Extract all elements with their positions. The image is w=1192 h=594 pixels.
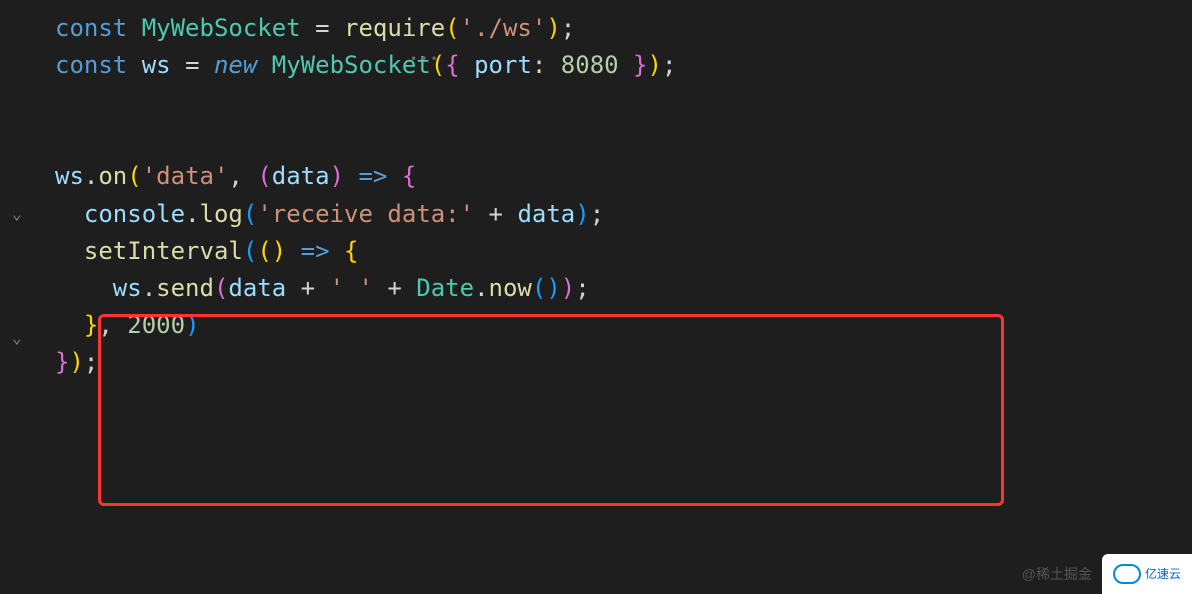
inline-hint-dots: ••• bbox=[410, 50, 441, 69]
code-line[interactable]: const MyWebSocket = require('./ws'); bbox=[0, 10, 1192, 47]
brace-close: } bbox=[55, 348, 69, 376]
cloud-icon bbox=[1113, 564, 1141, 584]
console-obj: console bbox=[84, 200, 185, 228]
brace-open: { bbox=[344, 237, 358, 265]
code-line[interactable]: ws.on('data', (data) => { bbox=[0, 158, 1192, 195]
semicolon: ; bbox=[662, 51, 676, 79]
class-identifier: MyWebSocket bbox=[142, 14, 301, 42]
code-line[interactable]: setInterval(() => { bbox=[0, 233, 1192, 270]
comma: , bbox=[228, 162, 242, 190]
paren-open: ( bbox=[214, 274, 228, 302]
keyword-new: new bbox=[214, 51, 257, 79]
code-line[interactable] bbox=[0, 84, 1192, 121]
code-line[interactable]: }, 2000) bbox=[0, 307, 1192, 344]
keyword-const: const bbox=[55, 14, 127, 42]
watermark-text: @稀土掘金 bbox=[1022, 564, 1092, 586]
param-data: data bbox=[272, 162, 330, 190]
paren-open: ( bbox=[243, 200, 257, 228]
variable-ws: ws bbox=[55, 162, 84, 190]
paren-open: ( bbox=[257, 162, 271, 190]
code-line[interactable]: console.log('receive data:' + data); bbox=[0, 196, 1192, 233]
paren-close: ) bbox=[561, 274, 575, 302]
paren-close: ) bbox=[185, 311, 199, 339]
paren-open: ( bbox=[445, 14, 459, 42]
operator-plus: + bbox=[301, 274, 315, 302]
brace-open: { bbox=[445, 51, 459, 79]
builtin-date: Date bbox=[416, 274, 474, 302]
operator-assign: = bbox=[315, 14, 329, 42]
brace-close: } bbox=[633, 51, 647, 79]
arrow-fn: => bbox=[358, 162, 387, 190]
arrow-fn: => bbox=[301, 237, 330, 265]
paren-close: ) bbox=[575, 200, 589, 228]
method-on: on bbox=[98, 162, 127, 190]
method-send: send bbox=[156, 274, 214, 302]
paren-open: ( bbox=[257, 237, 271, 265]
prop-port: port bbox=[474, 51, 532, 79]
variable-data: data bbox=[517, 200, 575, 228]
semicolon: ; bbox=[561, 14, 575, 42]
comma: , bbox=[98, 311, 112, 339]
dot: . bbox=[185, 200, 199, 228]
paren-open: ( bbox=[243, 237, 257, 265]
watermark-logo: 亿速云 bbox=[1102, 554, 1192, 594]
code-line[interactable] bbox=[0, 121, 1192, 158]
paren-close: ) bbox=[69, 348, 83, 376]
paren-close: ) bbox=[546, 274, 560, 302]
code-line[interactable]: }); bbox=[0, 344, 1192, 381]
code-editor[interactable]: ⌄ ⌄ const MyWebSocket = require('./ws');… bbox=[0, 0, 1192, 392]
paren-open: ( bbox=[532, 274, 546, 302]
semicolon: ; bbox=[575, 274, 589, 302]
colon: : bbox=[532, 51, 546, 79]
string-literal: 'receive data:' bbox=[257, 200, 474, 228]
variable-data: data bbox=[228, 274, 286, 302]
keyword-const: const bbox=[55, 51, 127, 79]
paren-close: ) bbox=[546, 14, 560, 42]
class-identifier: MyWebSocket bbox=[272, 51, 431, 79]
dot: . bbox=[84, 162, 98, 190]
semicolon: ; bbox=[84, 348, 98, 376]
watermark-logo-text: 亿速云 bbox=[1145, 565, 1181, 584]
string-literal: ' ' bbox=[330, 274, 373, 302]
semicolon: ; bbox=[590, 200, 604, 228]
method-now: now bbox=[489, 274, 532, 302]
function-require: require bbox=[344, 14, 445, 42]
string-literal: 'data' bbox=[142, 162, 229, 190]
method-log: log bbox=[200, 200, 243, 228]
dot: . bbox=[474, 274, 488, 302]
variable-ws: ws bbox=[113, 274, 142, 302]
operator-plus: + bbox=[387, 274, 401, 302]
brace-close: } bbox=[84, 311, 98, 339]
operator-assign: = bbox=[185, 51, 199, 79]
number-literal: 2000 bbox=[127, 311, 185, 339]
fold-icon[interactable]: ⌄ bbox=[12, 326, 22, 351]
paren-close: ) bbox=[330, 162, 344, 190]
variable-ws: ws bbox=[142, 51, 171, 79]
fold-icon[interactable]: ⌄ bbox=[12, 202, 22, 227]
paren-close: ) bbox=[272, 237, 286, 265]
number-literal: 8080 bbox=[561, 51, 619, 79]
paren-open: ( bbox=[127, 162, 141, 190]
code-line[interactable]: const ws = new MyWebSocket({ port: 8080 … bbox=[0, 47, 1192, 84]
brace-open: { bbox=[402, 162, 416, 190]
paren-close: ) bbox=[648, 51, 662, 79]
dot: . bbox=[142, 274, 156, 302]
operator-plus: + bbox=[489, 200, 503, 228]
string-literal: './ws' bbox=[460, 14, 547, 42]
fn-setinterval: setInterval bbox=[84, 237, 243, 265]
code-line[interactable]: ws.send(data + ' ' + Date.now()); bbox=[0, 270, 1192, 307]
